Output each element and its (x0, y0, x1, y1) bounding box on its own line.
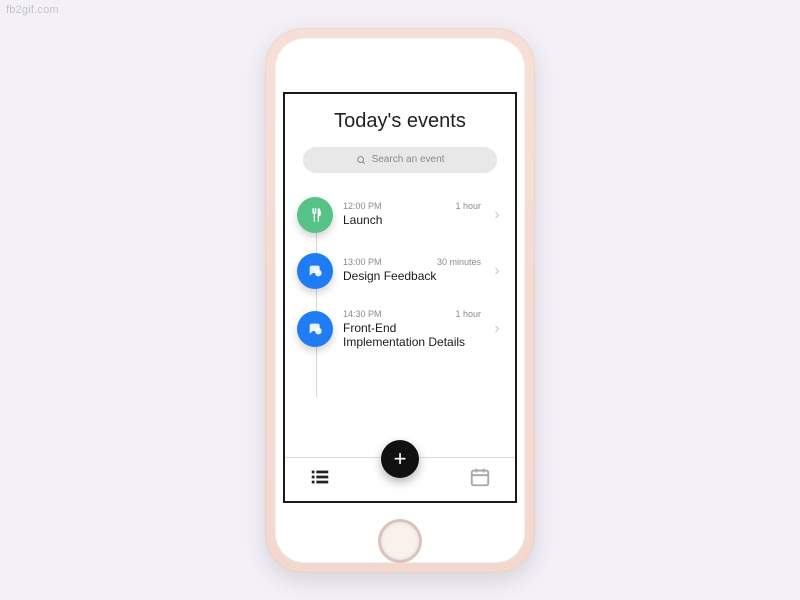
event-time: 12:00 PM (343, 201, 382, 211)
event-body: 14:30 PM 1 hour Front-End Implementation… (343, 309, 481, 350)
list-view-tab[interactable] (309, 466, 331, 493)
event-row[interactable]: 14:30 PM 1 hour Front-End Implementation… (297, 299, 503, 360)
app-screen: Today's events Search an event 12:00 PM (283, 92, 517, 503)
phone-bezel: Today's events Search an event 12:00 PM (275, 38, 525, 563)
event-list: 12:00 PM 1 hour Launch 13:00 PM (285, 183, 515, 457)
event-row[interactable]: 12:00 PM 1 hour Launch (297, 187, 503, 243)
home-button[interactable] (378, 519, 422, 563)
event-duration: 30 minutes (437, 257, 481, 267)
chat-icon (297, 253, 333, 289)
watermark: fb2gif.com (6, 4, 59, 16)
event-title: Design Feedback (343, 269, 481, 283)
chat-icon (297, 311, 333, 347)
event-title: Launch (343, 213, 481, 227)
event-row[interactable]: 13:00 PM 30 minutes Design Feedback (297, 243, 503, 299)
calendar-view-tab[interactable] (469, 466, 491, 493)
event-duration: 1 hour (455, 201, 481, 211)
search-placeholder: Search an event (372, 154, 445, 165)
search-input[interactable]: Search an event (303, 147, 497, 173)
event-time: 13:00 PM (343, 257, 382, 267)
fork-knife-icon (297, 197, 333, 233)
event-body: 13:00 PM 30 minutes Design Feedback (343, 257, 481, 283)
phone-frame: Today's events Search an event 12:00 PM (265, 28, 535, 573)
event-title: Front-End Implementation Details (343, 321, 481, 350)
add-event-button[interactable]: + (381, 440, 419, 478)
event-duration: 1 hour (455, 309, 481, 319)
tab-bar: + (285, 457, 515, 501)
chevron-right-icon (491, 323, 503, 335)
event-body: 12:00 PM 1 hour Launch (343, 201, 481, 227)
chevron-right-icon (491, 265, 503, 277)
search-icon (356, 155, 366, 165)
chevron-right-icon (491, 209, 503, 221)
plus-icon: + (394, 446, 407, 472)
page-title: Today's events (285, 94, 515, 141)
event-time: 14:30 PM (343, 309, 382, 319)
